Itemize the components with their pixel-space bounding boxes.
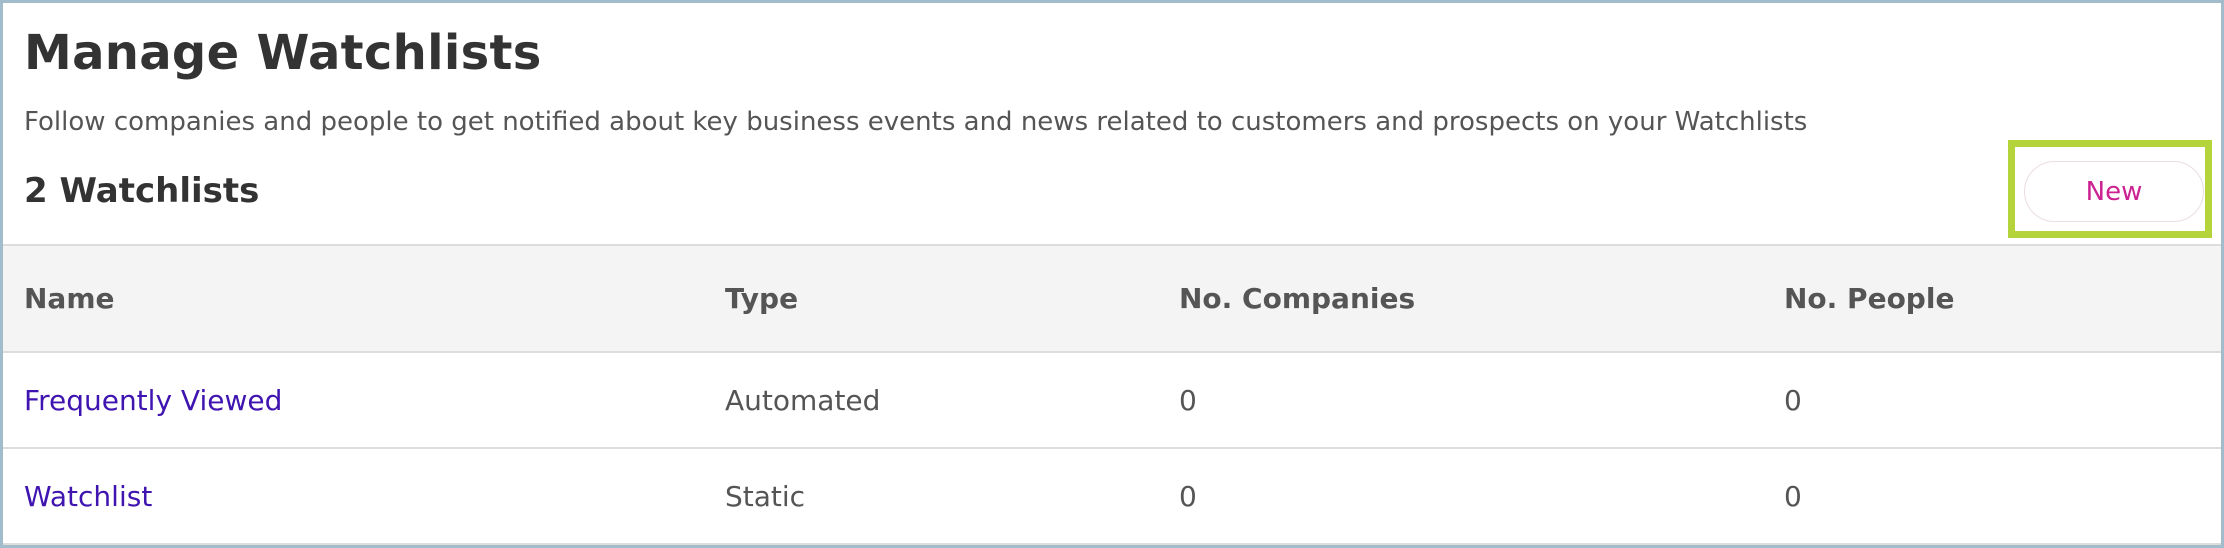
- watchlist-companies-count: 0: [1179, 383, 1197, 417]
- column-header-people[interactable]: No. People: [1784, 246, 1954, 351]
- watchlist-name-link[interactable]: Frequently Viewed: [24, 353, 282, 447]
- watchlist-companies-count: 0: [1179, 479, 1197, 513]
- watchlist-count: 2 Watchlists: [24, 171, 260, 211]
- page-description: Follow companies and people to get notif…: [24, 107, 1808, 137]
- column-header-companies[interactable]: No. Companies: [1179, 246, 1415, 351]
- new-watchlist-button[interactable]: New: [2024, 161, 2204, 222]
- watchlists-table: Name Type No. Companies No. People Frequ…: [3, 244, 2221, 545]
- column-header-name[interactable]: Name: [24, 246, 115, 351]
- table-header: Name Type No. Companies No. People: [3, 244, 2221, 353]
- table-row: Frequently Viewed Automated 0 0: [3, 353, 2221, 449]
- watchlists-panel: Manage Watchlists Follow companies and p…: [0, 0, 2224, 548]
- page-title: Manage Watchlists: [24, 25, 542, 81]
- column-header-type[interactable]: Type: [725, 246, 798, 351]
- table-row: Watchlist Static 0 0: [3, 449, 2221, 545]
- watchlist-people-count: 0: [1784, 479, 1802, 513]
- watchlist-type: Static: [725, 479, 806, 513]
- watchlist-type: Automated: [725, 383, 881, 417]
- watchlist-people-count: 0: [1784, 383, 1802, 417]
- watchlist-name-link[interactable]: Watchlist: [24, 449, 152, 543]
